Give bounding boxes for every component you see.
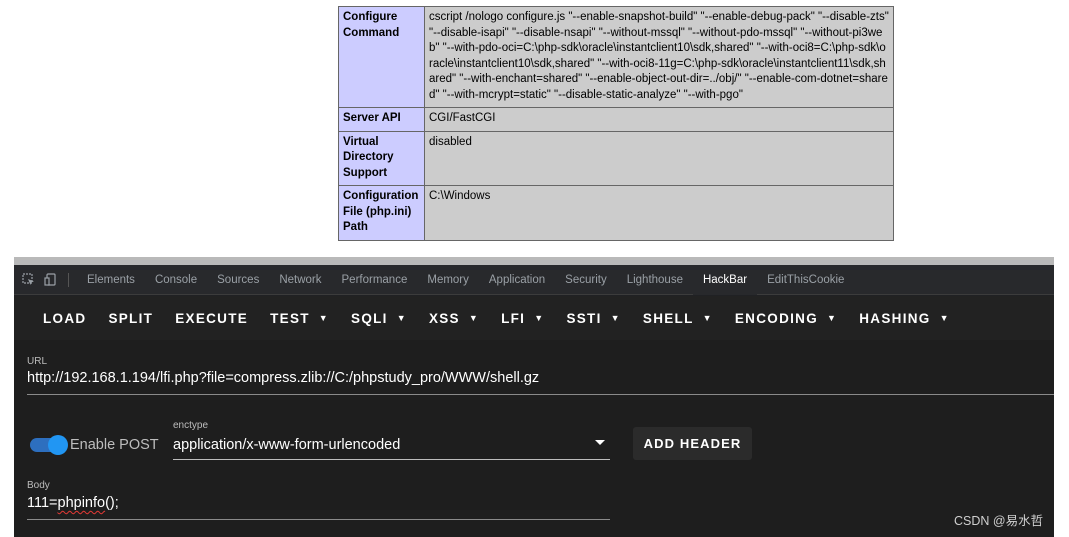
encoding-menu-label: ENCODING (734, 310, 819, 326)
add-header-label: ADD HEADER (643, 436, 742, 451)
phpinfo-key: Virtual Directory Support (338, 130, 425, 186)
tab-elements[interactable]: Elements (77, 265, 145, 295)
body-input[interactable]: 111=phpinfo(); (27, 495, 119, 511)
split-button[interactable]: SPLIT (97, 296, 164, 340)
device-toolbar-icon[interactable] (42, 272, 58, 288)
add-header-button[interactable]: ADD HEADER (633, 427, 752, 460)
url-label: URL (27, 356, 48, 367)
execute-button-label: EXECUTE (175, 310, 249, 326)
phpinfo-key: Server API (338, 107, 425, 132)
xss-menu-button[interactable]: XSS ▼ (418, 296, 490, 340)
body-label: Body (27, 480, 50, 491)
devtools-tabbar: Elements Console Sources Network Perform… (14, 264, 1054, 295)
caret-down-icon: ▼ (939, 313, 950, 323)
body-input-underline (27, 519, 610, 520)
caret-down-icon: ▼ (534, 313, 545, 323)
split-button-label: SPLIT (108, 310, 154, 326)
watermark: CSDN @易水哲 (954, 514, 1044, 528)
lfi-menu-button[interactable]: LFI ▼ (490, 296, 555, 340)
shell-menu-button[interactable]: SHELL ▼ (632, 296, 724, 340)
tab-memory[interactable]: Memory (417, 265, 479, 295)
toggle-knob (48, 435, 68, 455)
enctype-select[interactable]: application/x-www-form-urlencoded (173, 437, 400, 453)
phpinfo-value: CGI/FastCGI (424, 107, 894, 132)
enable-post-toggle[interactable] (30, 435, 68, 455)
tab-console[interactable]: Console (145, 265, 207, 295)
enctype-select-underline (173, 459, 610, 460)
enctype-label: enctype (173, 420, 209, 431)
sqli-menu-button[interactable]: SQLI ▼ (340, 296, 418, 340)
load-button[interactable]: LOAD (32, 296, 97, 340)
body-text-function: phpinfo (57, 495, 106, 511)
body-text-prefix: 111= (27, 495, 58, 511)
tab-performance[interactable]: Performance (332, 265, 418, 295)
lfi-menu-label: LFI (501, 310, 526, 326)
caret-down-icon: ▼ (396, 313, 407, 323)
test-menu-button[interactable]: TEST ▼ (259, 296, 340, 340)
caret-down-icon: ▼ (468, 313, 480, 323)
tabbar-divider (68, 272, 69, 287)
phpinfo-table-area: Configure Command cscript /nologo config… (338, 6, 894, 241)
tab-hackbar[interactable]: HackBar (692, 264, 758, 295)
caret-down-icon: ▼ (318, 313, 330, 323)
execute-button[interactable]: EXECUTE (164, 296, 259, 340)
phpinfo-value: disabled (424, 130, 894, 186)
caret-down-icon: ▼ (610, 313, 621, 323)
hashing-menu-label: HASHING (859, 310, 931, 326)
devtools-panel: Elements Console Sources Network Perform… (14, 264, 1054, 537)
tab-editthiscookie[interactable]: EditThisCookie (757, 265, 854, 295)
shell-menu-label: SHELL (642, 310, 694, 326)
phpinfo-value: cscript /nologo configure.js "--enable-s… (424, 6, 894, 108)
phpinfo-table: Configure Command cscript /nologo config… (338, 6, 894, 241)
screenshot: Configure Command cscript /nologo config… (0, 0, 1069, 537)
sqli-menu-label: SQLI (351, 310, 388, 326)
hackbar-form: URL http://192.168.1.194/lfi.php?file=co… (14, 340, 1054, 537)
enable-post-label: Enable POST (70, 437, 159, 453)
ssti-menu-button[interactable]: SSTI ▼ (555, 296, 631, 340)
dropdown-arrow-icon[interactable] (595, 440, 605, 445)
inspect-element-icon[interactable] (20, 272, 36, 288)
ssti-menu-label: SSTI (566, 310, 602, 326)
phpinfo-key: Configuration File (php.ini) Path (338, 185, 425, 241)
table-row: Configure Command cscript /nologo config… (338, 6, 894, 108)
tab-lighthouse[interactable]: Lighthouse (617, 265, 693, 295)
tab-security[interactable]: Security (555, 265, 617, 295)
phpinfo-key: Configure Command (338, 6, 425, 108)
phpinfo-value: C:\Windows (424, 185, 894, 241)
xss-menu-label: XSS (428, 310, 460, 326)
table-row: Virtual Directory Support disabled (338, 130, 894, 186)
url-input[interactable]: http://192.168.1.194/lfi.php?file=compre… (27, 370, 539, 386)
test-menu-label: TEST (270, 310, 310, 326)
hackbar-toolbar: LOAD SPLIT EXECUTE TEST ▼ SQLI ▼ XSS ▼ LFI ▼… (14, 296, 1054, 340)
hashing-menu-button[interactable]: HASHING ▼ (848, 296, 961, 340)
tab-sources[interactable]: Sources (207, 265, 269, 295)
tab-application[interactable]: Application (479, 265, 555, 295)
url-input-underline (27, 394, 1054, 395)
table-row: Server API CGI/FastCGI (338, 107, 894, 132)
table-row: Configuration File (php.ini) Path C:\Win… (338, 185, 894, 241)
caret-down-icon: ▼ (702, 313, 713, 323)
body-text-suffix: (); (105, 495, 119, 511)
tab-network[interactable]: Network (269, 265, 331, 295)
caret-down-icon: ▼ (827, 313, 838, 323)
load-button-label: LOAD (43, 310, 87, 326)
encoding-menu-button[interactable]: ENCODING ▼ (724, 296, 848, 340)
